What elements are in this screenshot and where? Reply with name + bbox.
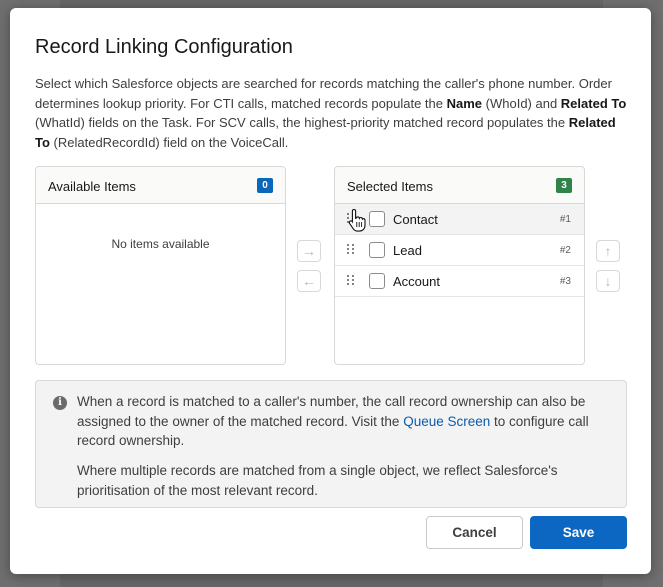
selected-items-listbox[interactable]: Selected Items 3 Contact #1 Lead #2 Acco…: [334, 166, 585, 365]
arrow-down-icon: ↓: [604, 273, 612, 289]
available-count-badge: 0: [257, 178, 273, 193]
list-item-account[interactable]: Account #3: [335, 266, 584, 297]
arrow-right-icon: →: [302, 243, 316, 259]
desc-part-3: (WhatId) fields on the Task. For SCV cal…: [35, 115, 569, 130]
move-down-button[interactable]: ↓: [596, 270, 620, 292]
info-icon: i: [53, 396, 67, 410]
item-checkbox[interactable]: [369, 211, 385, 227]
item-label: Lead: [393, 243, 422, 258]
drag-handle-icon[interactable]: [347, 275, 357, 287]
info-paragraph-multiple: Where multiple records are matched from …: [77, 463, 558, 498]
desc-name-field: Name: [446, 95, 483, 111]
selected-items-header: Selected Items 3: [335, 167, 584, 204]
modal-description: Select which Salesforce objects are sear…: [35, 74, 627, 152]
desc-related-field: Related To: [560, 95, 627, 111]
empty-message: No items available: [111, 237, 210, 251]
item-checkbox[interactable]: [369, 242, 385, 258]
available-items-header: Available Items 0: [36, 167, 285, 204]
selected-items-title: Selected Items: [347, 179, 433, 194]
item-label: Contact: [393, 212, 438, 227]
available-items-title: Available Items: [48, 179, 136, 194]
desc-part-4: (RelatedRecordId) field on the VoiceCall…: [49, 134, 289, 150]
save-button[interactable]: Save: [530, 516, 627, 549]
arrow-left-icon: ←: [302, 273, 316, 289]
info-paragraph-ownership: When a record is matched to a caller's n…: [77, 392, 612, 451]
item-rank: #2: [559, 245, 571, 256]
selected-count-badge: 3: [556, 178, 572, 193]
desc-part-2: (WhoId) and: [482, 95, 561, 111]
item-rank: #3: [559, 276, 571, 287]
hand-cursor-icon: [348, 208, 366, 232]
item-rank: #1: [559, 214, 571, 225]
queue-screen-link[interactable]: Queue Screen: [403, 414, 490, 429]
record-linking-modal: Record Linking Configuration Select whic…: [10, 8, 651, 574]
arrow-up-icon: ↑: [604, 243, 612, 259]
modal-title: Record Linking Configuration: [35, 36, 293, 58]
item-label: Account: [393, 274, 440, 289]
move-right-button[interactable]: →: [297, 240, 321, 262]
item-checkbox[interactable]: [369, 273, 385, 289]
move-left-button[interactable]: ←: [297, 270, 321, 292]
list-item-lead[interactable]: Lead #2: [335, 235, 584, 266]
move-up-button[interactable]: ↑: [596, 240, 620, 262]
info-box: i When a record is matched to a caller's…: [35, 380, 627, 508]
cancel-button[interactable]: Cancel: [426, 516, 523, 549]
drag-handle-icon[interactable]: [347, 244, 357, 256]
list-item-contact[interactable]: Contact #1: [335, 204, 584, 235]
available-items-listbox[interactable]: Available Items 0 No items available: [35, 166, 286, 365]
